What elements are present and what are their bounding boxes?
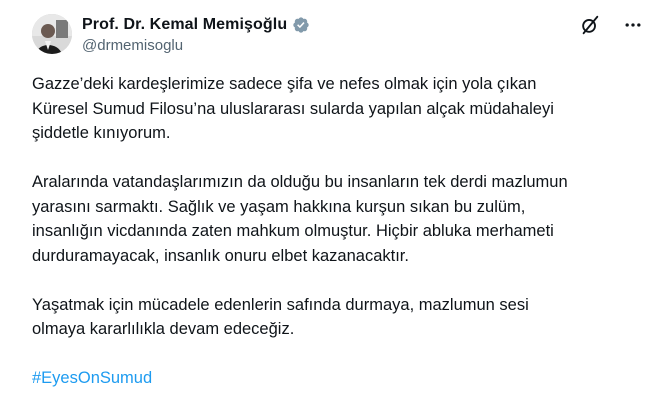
tweet-card: Prof. Dr. Kemal Memişoğlu @drmemisoglu G…: [0, 0, 659, 410]
avatar-image: [32, 14, 72, 54]
tweet-header: Prof. Dr. Kemal Memişoğlu @drmemisoglu: [32, 14, 643, 58]
author-display-name[interactable]: Prof. Dr. Kemal Memişoğlu: [82, 16, 287, 34]
author-names: Prof. Dr. Kemal Memişoğlu @drmemisoglu: [82, 15, 310, 54]
tweet-paragraph: Yaşatmak için mücadele edenlerin safında…: [32, 295, 529, 339]
tweet-text: Gazze’deki kardeşlerimize sadece şifa ve…: [32, 72, 642, 391]
verified-badge-icon: [292, 16, 310, 34]
tweet-paragraph: Aralarında vatandaşlarımızın da olduğu b…: [32, 173, 568, 265]
avatar[interactable]: [32, 14, 72, 54]
author-handle[interactable]: @drmemisoglu: [82, 37, 310, 54]
tweet-paragraph: Gazze’deki kardeşlerimize sadece şifa ve…: [32, 75, 554, 142]
tweet-actions: [579, 14, 643, 36]
more-options-icon[interactable]: [623, 15, 643, 35]
grok-icon[interactable]: [579, 14, 601, 36]
hashtag-link[interactable]: #EyesOnSumud: [32, 369, 152, 387]
